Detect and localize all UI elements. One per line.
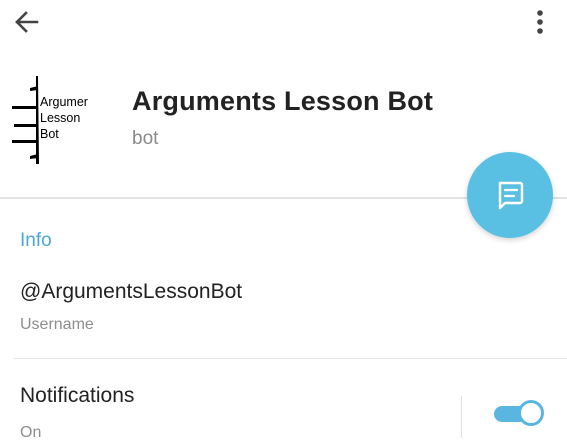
avatar-line: Bot xyxy=(40,127,59,141)
notifications-status: On xyxy=(20,424,42,441)
more-vertical-icon xyxy=(537,10,543,34)
username-value[interactable]: @ArgumentsLessonBot xyxy=(20,280,242,304)
avatar-line: Lesson xyxy=(40,111,81,125)
message-icon xyxy=(498,181,524,210)
back-button[interactable] xyxy=(8,4,44,40)
notifications-row[interactable]: Notifications On xyxy=(0,360,567,443)
send-message-button[interactable] xyxy=(467,152,553,238)
top-bar xyxy=(0,0,567,44)
profile-name: Arguments Lesson Bot xyxy=(132,86,434,116)
vertical-divider xyxy=(461,396,462,438)
more-options-button[interactable] xyxy=(522,4,558,40)
avatar-line: Argumer xyxy=(40,95,88,109)
notifications-toggle[interactable] xyxy=(492,400,548,426)
row-divider xyxy=(14,358,567,359)
toggle-knob xyxy=(518,400,544,426)
avatar-text: Argumer Lesson Bot xyxy=(40,94,88,142)
profile-subtitle: bot xyxy=(132,128,159,149)
section-title-info: Info xyxy=(20,230,52,251)
notifications-title: Notifications xyxy=(20,384,135,407)
avatar[interactable]: Argumer Lesson Bot xyxy=(8,72,104,168)
username-label: Username xyxy=(20,316,94,333)
arrow-left-icon xyxy=(15,11,39,33)
